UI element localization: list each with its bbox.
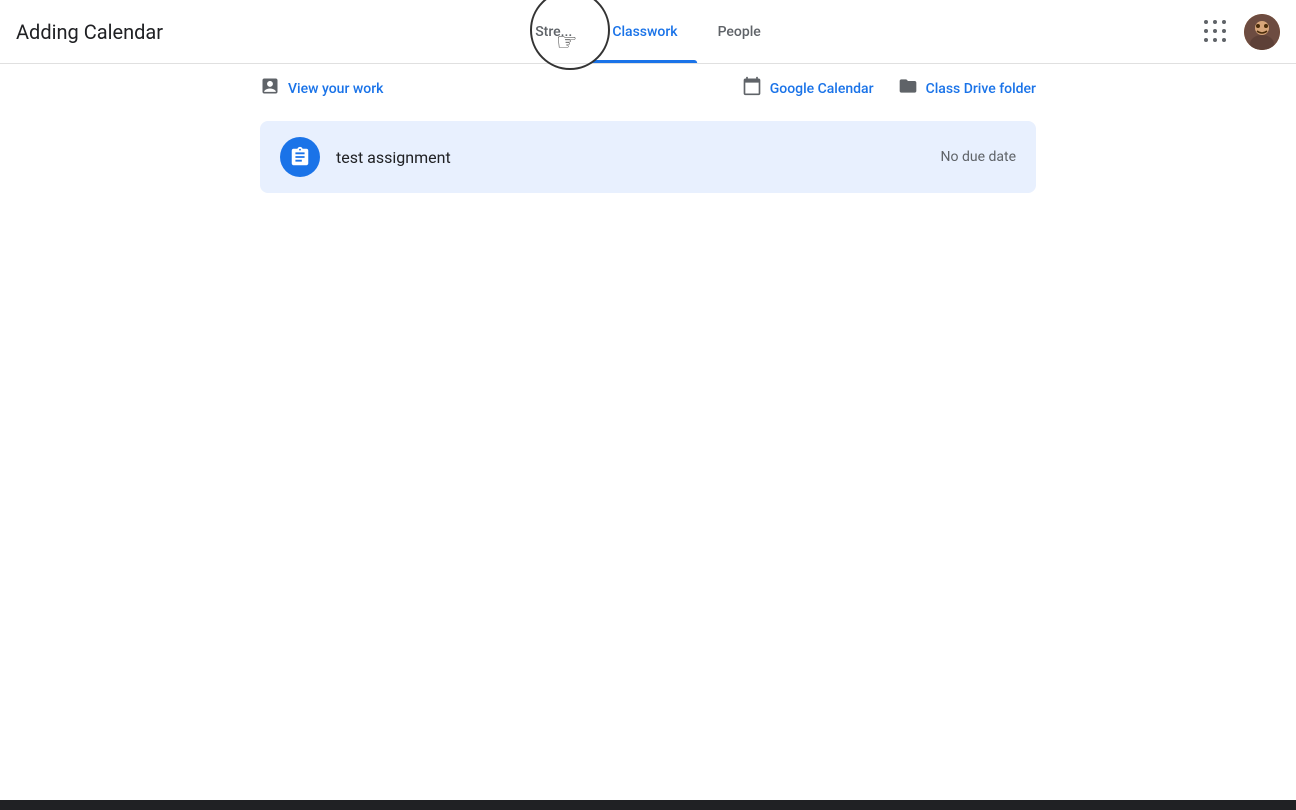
header-right bbox=[1196, 12, 1280, 52]
header: Adding Calendar Stre... Classwork People… bbox=[0, 0, 1296, 64]
avatar-image bbox=[1244, 14, 1280, 50]
assignment-due-date: No due date bbox=[941, 149, 1016, 165]
apps-grid-icon bbox=[1204, 20, 1228, 44]
assignments-icon bbox=[260, 76, 280, 101]
app-title: Adding Calendar bbox=[16, 20, 163, 44]
nav-tabs: Stre... Classwork People bbox=[515, 0, 781, 63]
google-apps-button[interactable] bbox=[1196, 12, 1236, 52]
google-calendar-button[interactable]: Google Calendar bbox=[742, 76, 874, 101]
toolbar: View your work Google Calendar Class Dri… bbox=[0, 64, 1296, 113]
toolbar-right: Google Calendar Class Drive folder bbox=[742, 76, 1036, 101]
assignments-list: test assignment No due date bbox=[0, 113, 1296, 209]
tab-stream[interactable]: Stre... bbox=[515, 0, 592, 63]
bottom-bar bbox=[0, 800, 1296, 810]
toolbar-left: View your work bbox=[260, 76, 383, 101]
assignment-item[interactable]: test assignment No due date bbox=[260, 121, 1036, 193]
view-your-work-button[interactable]: View your work bbox=[260, 76, 383, 101]
tab-classwork[interactable]: Classwork bbox=[592, 0, 697, 63]
calendar-icon bbox=[742, 76, 762, 101]
class-drive-folder-label: Class Drive folder bbox=[926, 81, 1036, 97]
folder-icon bbox=[898, 76, 918, 101]
user-avatar[interactable] bbox=[1244, 14, 1280, 50]
assignment-title: test assignment bbox=[336, 148, 941, 167]
clipboard-icon bbox=[289, 146, 311, 168]
assignment-icon bbox=[280, 137, 320, 177]
view-your-work-label: View your work bbox=[288, 81, 383, 97]
tab-people[interactable]: People bbox=[698, 0, 781, 63]
google-calendar-label: Google Calendar bbox=[770, 81, 874, 97]
class-drive-folder-button[interactable]: Class Drive folder bbox=[898, 76, 1036, 101]
